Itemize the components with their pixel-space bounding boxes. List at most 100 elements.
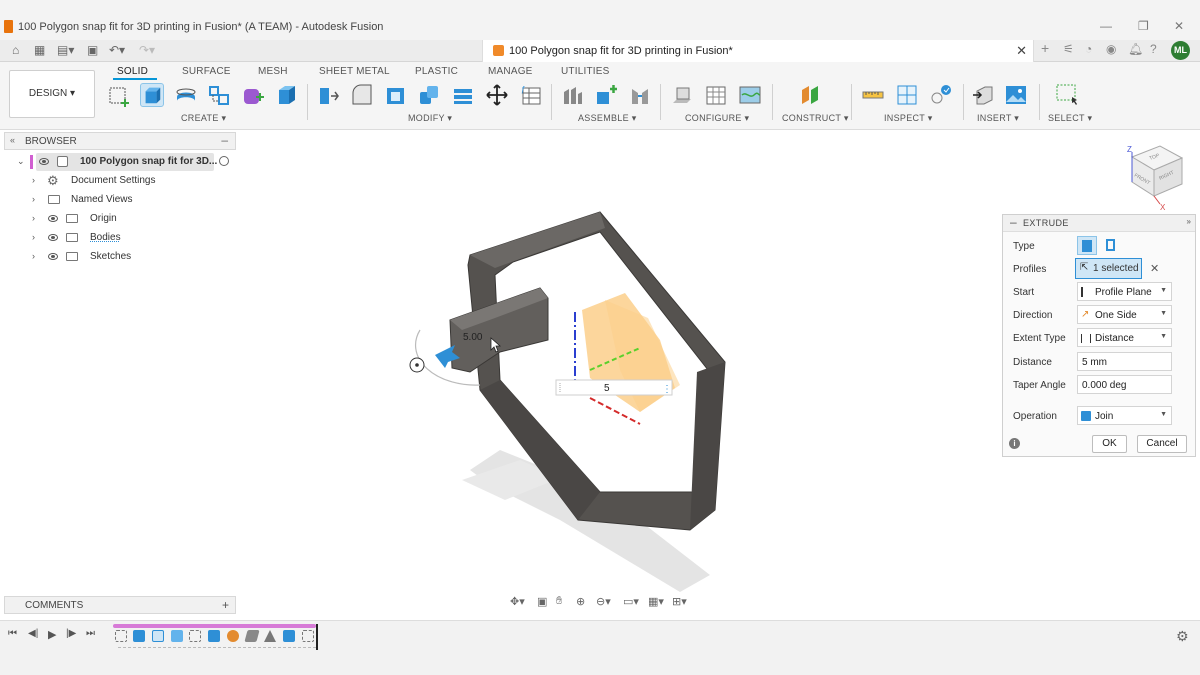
tab-solid[interactable]: SOLID <box>117 66 148 77</box>
undo-icon[interactable]: ↶▾ <box>109 43 125 57</box>
chevron-right-icon[interactable]: › <box>32 232 35 242</box>
chevron-down-icon[interactable]: ⌄ <box>17 156 25 167</box>
timeline-fillet-icon[interactable] <box>227 630 239 642</box>
help-icon[interactable]: ? <box>1150 42 1157 56</box>
avatar[interactable]: ML <box>1171 41 1190 60</box>
visibility-eye-icon[interactable] <box>48 215 58 222</box>
type-solid-button[interactable] <box>1077 236 1097 255</box>
operation-dropdown[interactable]: Join ▼ <box>1077 406 1172 425</box>
timeline-extrude-icon[interactable] <box>133 630 145 642</box>
tab-surface[interactable]: SURFACE <box>182 66 231 77</box>
clear-selection-icon[interactable]: ✕ <box>1150 262 1159 275</box>
orbit-icon[interactable]: ✥▾ <box>510 595 525 608</box>
distance-input-box[interactable] <box>555 379 673 396</box>
modify-group-label[interactable]: MODIFY ▾ <box>408 113 452 124</box>
timeline-playhead[interactable] <box>316 624 318 650</box>
collapse-dialog-icon[interactable]: – <box>1010 215 1017 229</box>
viewports-icon[interactable]: ⊞▾ <box>672 595 687 608</box>
timeline-extrude-icon[interactable] <box>208 630 220 642</box>
press-pull-icon[interactable] <box>316 83 340 107</box>
direction-dropdown[interactable]: ↗ One Side ▼ <box>1077 305 1172 324</box>
chevron-right-icon[interactable]: › <box>32 175 35 185</box>
go-to-start-icon[interactable]: ⏮ <box>8 628 17 639</box>
insert-group-label[interactable]: INSERT ▾ <box>977 113 1019 124</box>
box-icon[interactable] <box>275 83 299 107</box>
timeline-extrude-icon[interactable] <box>283 630 295 642</box>
maximize-button[interactable]: ❐ <box>1138 19 1149 33</box>
browser-item-bodies[interactable]: › Bodies <box>4 229 236 247</box>
configure-design-icon[interactable] <box>670 83 694 107</box>
display-settings-icon[interactable]: ▭▾ <box>623 595 639 608</box>
display-component-colors-icon[interactable] <box>929 83 953 107</box>
browser-item-origin[interactable]: › Origin <box>4 210 236 228</box>
visibility-eye-icon[interactable] <box>48 253 58 260</box>
close-tab-icon[interactable]: ✕ <box>1016 43 1027 59</box>
notifications-icon[interactable]: 🔔︎ <box>1128 42 1143 56</box>
fillet-icon[interactable] <box>350 83 374 107</box>
browser-item-document-settings[interactable]: › ⚙ Document Settings <box>4 172 236 190</box>
pan-icon[interactable]: ✋︎ <box>556 595 562 608</box>
minimize-button[interactable]: — <box>1100 19 1112 33</box>
assemble-group-label[interactable]: ASSEMBLE ▾ <box>578 113 637 124</box>
browser-item-named-views[interactable]: › Named Views <box>4 191 236 209</box>
browser-header[interactable]: « BROWSER – <box>4 132 236 150</box>
comments-panel[interactable]: COMMENTS + <box>4 596 236 614</box>
extrude-header[interactable]: – EXTRUDE » <box>1003 215 1195 232</box>
insert-canvas-icon[interactable] <box>1004 83 1028 107</box>
browser-item-sketches[interactable]: › Sketches <box>4 248 236 266</box>
more-options-icon[interactable]: ⋮ <box>662 384 672 395</box>
change-parameters-icon[interactable]: ƒ <box>519 83 543 107</box>
browser-root-item[interactable]: ⌄ 100 Polygon snap fit for 3D... <box>4 153 236 171</box>
chevron-right-icon[interactable]: › <box>32 194 35 204</box>
file-menu-icon[interactable]: ▤▾ <box>57 43 74 57</box>
move-icon[interactable] <box>485 83 509 107</box>
new-component-icon[interactable] <box>561 83 585 107</box>
section-analysis-icon[interactable] <box>895 83 919 107</box>
info-icon[interactable]: i <box>1009 438 1020 449</box>
tab-utilities[interactable]: UTILITIES <box>561 66 609 77</box>
distance-input-value[interactable]: 5 <box>604 383 610 394</box>
new-tab-icon[interactable]: + <box>1041 40 1049 56</box>
inspect-group-label[interactable]: INSPECT ▾ <box>884 113 933 124</box>
joint-icon[interactable] <box>594 83 618 107</box>
workspace-switcher[interactable]: DESIGN ▾ <box>9 70 95 118</box>
zoom-icon[interactable]: ⊕ <box>576 595 585 608</box>
chevron-right-icon[interactable]: › <box>32 213 35 223</box>
offset-plane-icon[interactable] <box>799 83 823 107</box>
go-to-end-icon[interactable]: ⏭ <box>86 628 95 639</box>
job-status-icon[interactable]: ◔ <box>1085 42 1092 56</box>
timeline-mirror-icon[interactable] <box>264 630 276 642</box>
insert-derive-icon[interactable] <box>971 83 995 107</box>
document-tab[interactable]: 100 Polygon snap fit for 3D printing in … <box>482 40 1034 62</box>
extensions-icon[interactable]: ⚟ <box>1063 42 1074 56</box>
collapse-panel-icon[interactable]: « <box>10 135 15 145</box>
timeline-shell-icon[interactable] <box>152 630 164 642</box>
close-window-button[interactable]: ✕ <box>1174 19 1184 33</box>
create-sketch-icon[interactable] <box>107 83 131 107</box>
start-dropdown[interactable]: Profile Plane ▼ <box>1077 282 1172 301</box>
configure-group-label[interactable]: CONFIGURE ▾ <box>685 113 749 124</box>
ok-button[interactable]: OK <box>1092 435 1127 453</box>
cancel-button[interactable]: Cancel <box>1137 435 1187 453</box>
tab-mesh[interactable]: MESH <box>258 66 288 77</box>
tab-manage[interactable]: MANAGE <box>488 66 533 77</box>
create-form-icon[interactable] <box>241 83 265 107</box>
extrude-tool-icon[interactable] <box>140 83 164 107</box>
type-thin-button[interactable] <box>1101 236 1121 255</box>
configuration-rules-icon[interactable] <box>738 83 762 107</box>
revolve-icon[interactable] <box>174 83 198 107</box>
construct-group-label[interactable]: CONSTRUCT ▾ <box>782 113 849 124</box>
fit-icon[interactable]: ⊖▾ <box>596 595 611 608</box>
distance-input[interactable]: 5 mm <box>1077 352 1172 371</box>
home-icon[interactable]: ⌂ <box>12 43 19 57</box>
configuration-table-icon[interactable] <box>704 83 728 107</box>
shell-icon[interactable] <box>384 83 408 107</box>
tab-sheet-metal[interactable]: SHEET METAL <box>319 66 390 77</box>
split-body-icon[interactable] <box>451 83 475 107</box>
expand-dialog-icon[interactable]: » <box>1187 217 1191 226</box>
add-comment-icon[interactable]: + <box>222 598 229 612</box>
timeline-sketch-icon[interactable] <box>115 630 127 642</box>
tab-plastic[interactable]: PLASTIC <box>415 66 458 77</box>
step-forward-icon[interactable]: |▶︎ <box>66 628 76 639</box>
visibility-eye-icon[interactable] <box>48 234 58 241</box>
